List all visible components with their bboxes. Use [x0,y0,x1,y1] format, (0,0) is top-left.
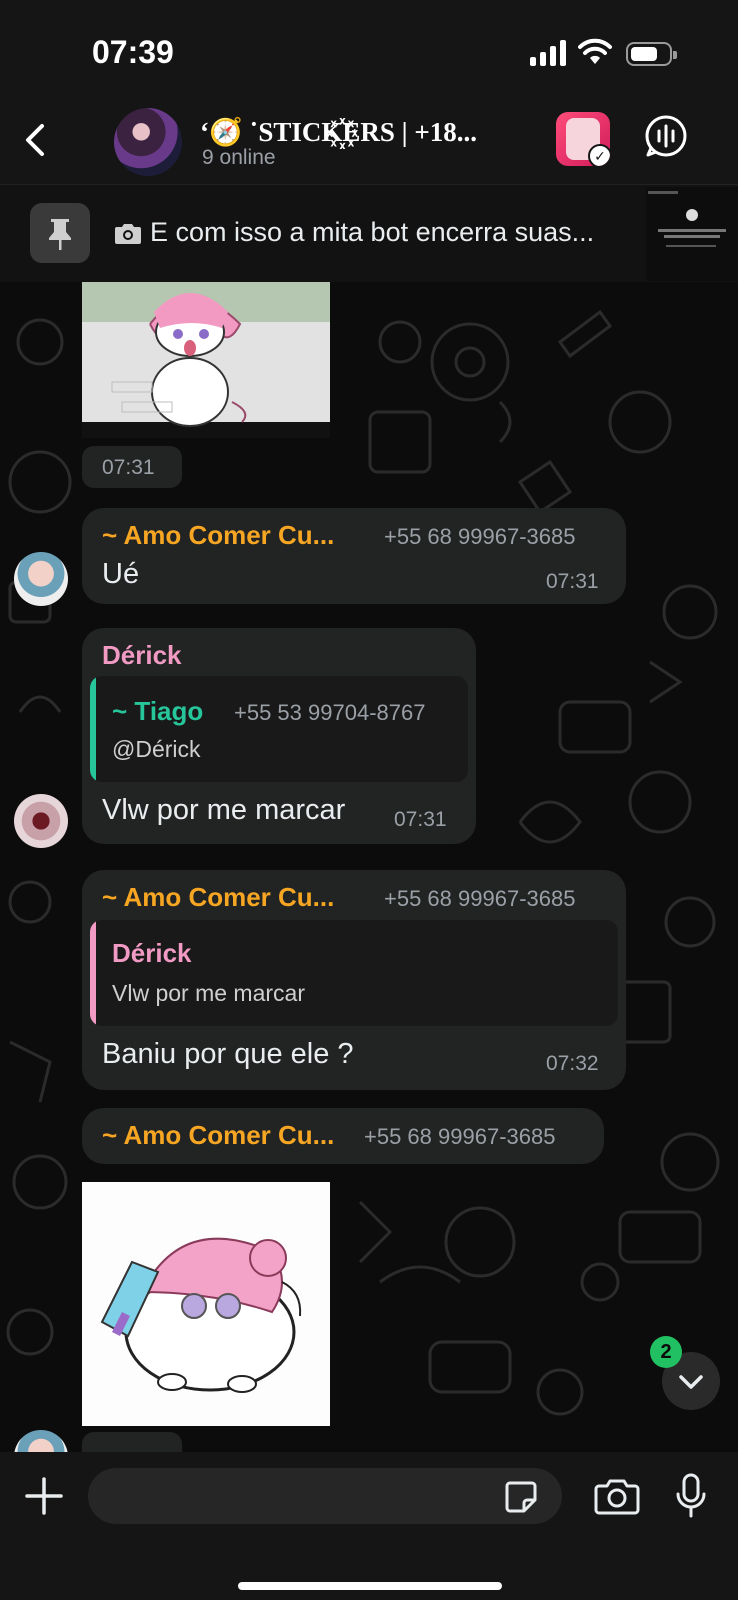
message-time: 07:31 [394,808,447,831]
message-list[interactable]: 07:31 ~ Amo Comer Cu... +55 68 99967-368… [0,282,738,1452]
message-bubble-5-header[interactable]: ~ Amo Comer Cu... +55 68 99967-3685 [82,1108,604,1164]
sticker-time-chip-5 [82,1432,182,1452]
message-time: 07:31 [102,456,155,479]
microphone-icon[interactable] [674,1472,708,1520]
composer-bar [0,1452,738,1600]
signal-icon [530,40,566,66]
sticker-icon[interactable] [504,1480,538,1514]
message-bubble-4[interactable]: ~ Amo Comer Cu... +55 68 99967-3685 Déri… [82,870,626,1090]
sender-name[interactable]: Dérick [102,640,182,671]
check-icon: ✓ [588,144,610,166]
linked-app-icon[interactable]: ✓ [556,112,610,166]
sticker-message-5[interactable] [82,1182,330,1426]
message-text: Baniu por que ele ? [102,1038,354,1070]
chat-header: ʻ🧭 ˙STICK꙰ERS | +18... 9 online ✓ [0,100,738,184]
message-input-wrapper[interactable] [88,1468,562,1524]
sticker-message-1[interactable] [82,282,330,438]
sender-phone[interactable]: +55 68 99967-3685 [384,886,575,912]
group-title[interactable]: ʻ🧭 ˙STICK꙰ERS | +18... [200,112,540,149]
group-avatar[interactable] [114,108,182,176]
quoted-message[interactable]: ~ Tiago +55 53 99704-8767 @Dérick [90,676,468,782]
battery-icon [626,42,677,66]
sender-avatar[interactable] [14,552,68,606]
sender-phone[interactable]: +55 68 99967-3685 [364,1124,555,1150]
pinned-text: E com isso a mita bot encerra suas... [114,217,594,248]
home-indicator [238,1582,502,1590]
quoted-text: Vlw por me marcar [112,980,305,1006]
quoted-text: @Dérick [112,736,201,762]
quoted-sender: ~ Tiago [112,696,204,726]
camera-icon [115,223,141,244]
sticker-time-chip-1: 07:31 [82,446,182,488]
sender-name[interactable]: ~ Amo Comer Cu... [102,1120,334,1151]
status-time: 07:39 [92,34,174,70]
message-text: Ué [102,558,140,590]
voice-chat-icon[interactable] [644,114,688,158]
sender-name[interactable]: ~ Amo Comer Cu... [102,882,334,913]
quoted-message[interactable]: Dérick Vlw por me marcar [90,920,618,1026]
message-text: Vlw por me marcar [102,794,346,826]
message-bubble-2[interactable]: ~ Amo Comer Cu... +55 68 99967-3685 Ué 0… [82,508,626,604]
attach-plus-icon[interactable] [24,1476,64,1516]
message-input[interactable] [108,1478,488,1514]
sender-phone[interactable]: +55 68 99967-3685 [384,524,575,550]
sender-avatar[interactable] [14,794,68,848]
camera-icon[interactable] [594,1476,640,1516]
pinned-thumbnail[interactable] [646,187,738,281]
unread-count-badge: 2 [650,1336,682,1368]
quoted-sender: Dérick [112,938,192,968]
quoted-phone: +55 53 99704-8767 [234,700,426,725]
back-arrow-icon[interactable] [16,118,56,162]
message-time: 07:32 [546,1052,599,1075]
wifi-icon [578,38,612,64]
pin-icon [30,203,90,263]
pinned-message-text: E com isso a mita bot encerra suas... [150,217,595,247]
status-bar: 07:39 [0,0,738,100]
sender-name[interactable]: ~ Amo Comer Cu... [102,520,334,551]
message-bubble-3[interactable]: Dérick ~ Tiago +55 53 99704-8767 @Dérick… [82,628,476,844]
online-count: 9 online [202,146,276,169]
pinned-message-bar[interactable]: E com isso a mita bot encerra suas... [0,184,738,282]
message-time: 07:31 [546,570,599,593]
